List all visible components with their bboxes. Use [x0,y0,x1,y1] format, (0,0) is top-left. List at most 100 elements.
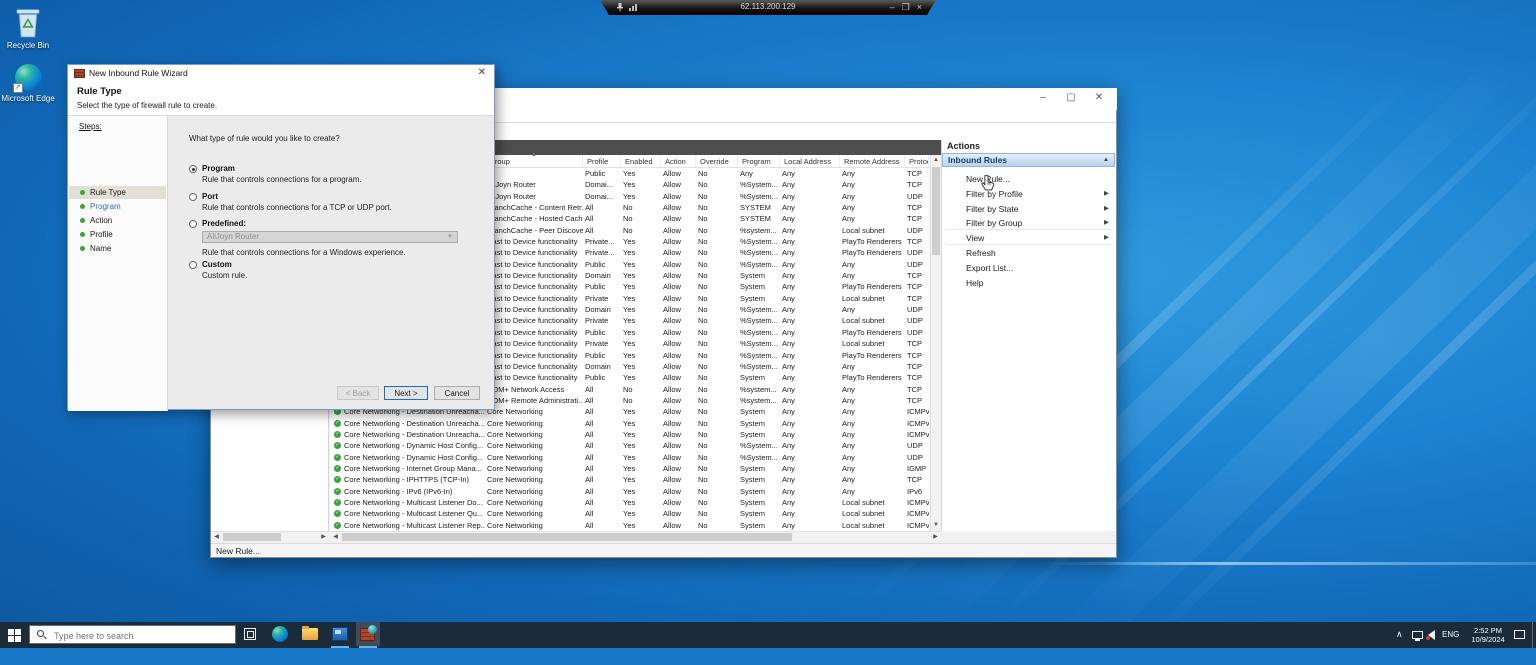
notification-center-icon[interactable] [1514,630,1525,639]
network-icon[interactable] [1412,631,1423,639]
cell-local: Any [782,327,840,338]
show-desktop-button[interactable] [1532,622,1536,648]
task-view-button[interactable] [239,622,263,646]
window-close-button[interactable]: ✕ [1085,90,1113,107]
column-header-enabled[interactable]: Enabled [623,155,661,167]
search-input[interactable] [52,627,234,644]
dialog-close-button[interactable]: ✕ [478,67,486,78]
cell-enabled: Yes [623,327,661,338]
column-header-override[interactable]: Override [698,155,738,167]
wizard-step-profile[interactable]: Profile [69,228,166,241]
scroll-thumb[interactable] [342,533,792,541]
taskbar-file-explorer-button[interactable] [298,622,322,646]
table-row[interactable]: ✓Core Networking - Multicast Listener Do… [330,497,929,508]
action-item-new-rule[interactable]: New Rule... [942,172,1115,186]
rdp-minimize-button[interactable]: – [890,0,895,14]
table-row[interactable]: ✓Core Networking - Internet Group Mana..… [330,463,929,474]
column-header-protocol[interactable]: Protocol [907,155,929,167]
tray-expand-icon[interactable]: ∧ [1396,629,1403,640]
cell-remote: Any [842,191,905,202]
rdp-close-button[interactable]: × [917,0,922,14]
table-row[interactable]: ✓Core Networking - Destination Unreacha.… [330,418,929,429]
taskbar-remote-desktop-button[interactable] [328,622,352,646]
radio-program[interactable] [189,165,197,173]
volume-muted-icon[interactable] [1428,630,1435,640]
scroll-down-arrow[interactable]: ▼ [931,520,941,531]
wizard-step-name[interactable]: Name [69,242,166,255]
table-row[interactable]: ✓Core Networking - Multicast Listener Qu… [330,508,929,519]
cancel-button[interactable]: Cancel [434,386,480,400]
cell-name: Core Networking - IPHTTPS (TCP-In) [344,474,485,485]
action-item-help[interactable]: ?Help [942,276,1115,290]
start-button[interactable] [0,622,28,648]
dialog-titlebar[interactable]: New Inbound Rule Wizard ✕ [68,65,494,82]
window-minimize-button[interactable]: – [1029,90,1057,107]
cell-group: COM+ Network Access [487,384,583,395]
cell-remote: Any [842,304,905,315]
taskbar-edge-button[interactable] [268,622,292,646]
scroll-left-arrow[interactable]: ◀ [330,532,341,542]
cell-enabled: No [623,395,661,406]
rules-vertical-scrollbar[interactable]: ▲ ▼ [930,155,941,531]
taskbar-search[interactable] [29,625,236,644]
table-row[interactable]: ✓Core Networking - IPv6 (IPv6-In)Core Ne… [330,486,929,497]
action-item-export-list[interactable]: Export List... [942,261,1115,275]
action-item-refresh[interactable]: Refresh [942,246,1115,260]
taskbar-clock[interactable]: 2:52 PM 10/9/2024 [1466,626,1510,644]
predefined-dropdown[interactable]: AllJoyn Router ▼ [202,231,458,243]
rdp-restore-button[interactable]: ❐ [902,0,910,14]
column-header-profile[interactable]: Profile [585,155,621,167]
windows-logo-icon [8,629,21,642]
cell-override: No [698,520,738,531]
collapse-icon[interactable]: ▲ [1103,157,1109,163]
wizard-step-program[interactable]: Program [69,200,166,213]
table-row[interactable]: ✓Core Networking - Destination Unreacha.… [330,429,929,440]
actions-separator [946,229,1111,230]
table-row[interactable]: ✓Core Networking - Dynamic Host Config..… [330,452,929,463]
scroll-thumb[interactable] [932,167,940,255]
step-label: Name [90,243,111,254]
cell-group: AllJoyn Router [487,179,583,190]
actions-section-inbound-rules[interactable]: Inbound Rules ▲ [942,153,1115,167]
scroll-right-arrow[interactable]: ▶ [930,532,941,542]
table-row[interactable]: ✓Core Networking - Dynamic Host Config..… [330,440,929,451]
language-indicator[interactable]: ENG [1442,630,1459,639]
tree-horizontal-scrollbar[interactable]: ◀ ▶ [211,531,329,542]
radio-custom[interactable] [189,261,197,269]
next-button[interactable]: Next > [384,386,428,400]
radio-predefined[interactable] [189,220,197,228]
cell-protocol: TCP [907,202,929,213]
window-maximize-button[interactable]: ▢ [1057,90,1085,107]
wizard-step-action[interactable]: Action [69,214,166,227]
column-header-action[interactable]: Action [663,155,696,167]
action-item-filter-by-state[interactable]: Filter by State▶ [942,202,1115,216]
rules-horizontal-scrollbar[interactable]: ◀ ▶ [330,531,941,542]
option-label[interactable]: Program [202,164,235,173]
action-item-filter-by-profile[interactable]: Filter by Profile▶ [942,187,1115,201]
wizard-step-rule-type[interactable]: Rule Type [69,186,166,199]
cell-name: Core Networking - Destination Unreacha..… [344,418,485,429]
option-label[interactable]: Predefined: [202,219,246,228]
scroll-right-arrow[interactable]: ▶ [318,532,329,542]
table-row[interactable]: ✓Core Networking - Multicast Listener Re… [330,520,929,531]
back-button[interactable]: < Back [337,386,379,400]
option-label[interactable]: Port [202,192,218,201]
cell-profile: Domai... [585,179,621,190]
table-row[interactable]: ✓Core Networking - IPHTTPS (TCP-In)Core … [330,474,929,485]
cell-local: Any [782,429,840,440]
scroll-thumb[interactable] [223,533,281,541]
action-label: Export List... [966,262,1013,274]
column-header-remote[interactable]: Remote Address [842,155,905,167]
option-label[interactable]: Custom [202,260,232,269]
column-header-local[interactable]: Local Address [782,155,840,167]
scroll-up-arrow[interactable]: ▲ [931,155,941,166]
column-header-program[interactable]: Program [740,155,780,167]
scroll-left-arrow[interactable]: ◀ [211,532,222,542]
cell-remote: Local subnet [842,497,905,508]
desktop-icon-edge[interactable]: ↗ Microsoft Edge [0,64,56,103]
radio-port[interactable] [189,193,197,201]
taskbar-firewall-button[interactable] [356,622,380,646]
rule-enabled-icon: ✓ [334,442,341,449]
cell-remote: Any [842,463,905,474]
desktop-icon-recycle-bin[interactable]: Recycle Bin [0,6,56,50]
